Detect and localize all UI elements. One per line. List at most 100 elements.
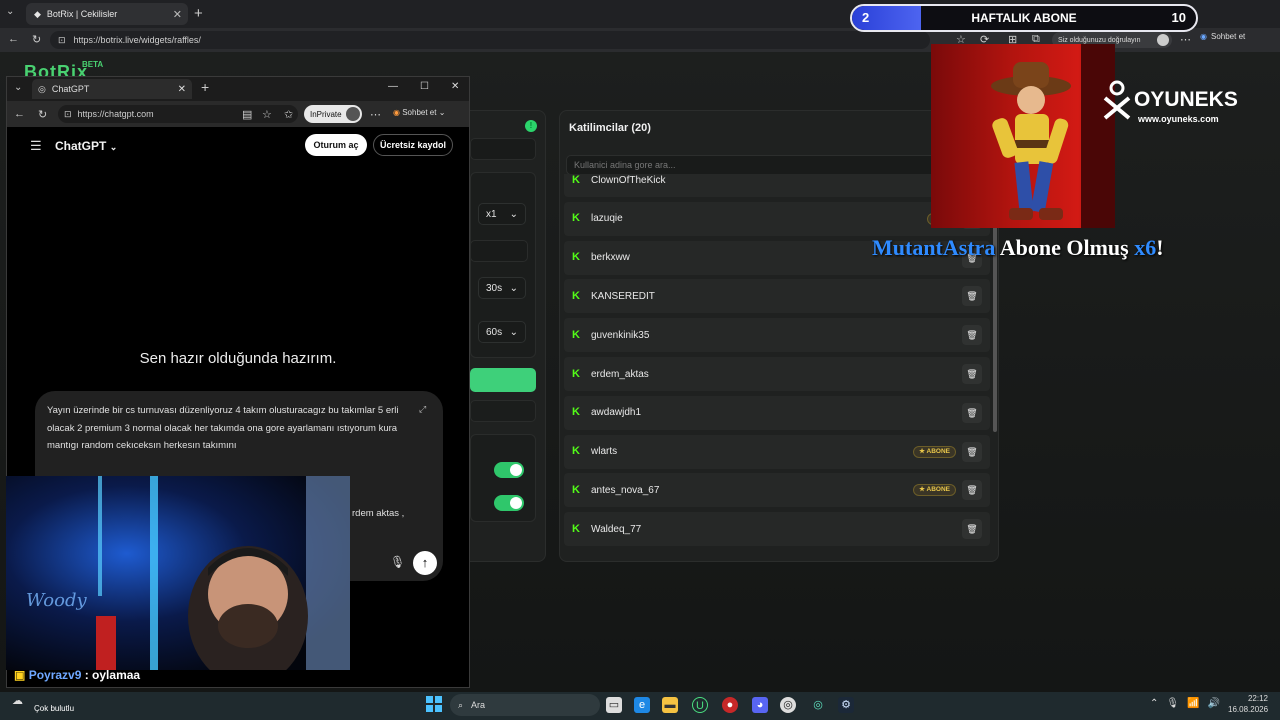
sub-alert-image bbox=[931, 44, 1115, 228]
kick-icon: K bbox=[572, 367, 580, 380]
network-icon[interactable]: 📶 bbox=[1187, 698, 1199, 709]
new-tab-icon[interactable]: + bbox=[201, 79, 209, 95]
clock-date: 16.08.2026 bbox=[1228, 705, 1269, 714]
media-app-icon[interactable]: ● bbox=[722, 697, 738, 713]
show-hidden-icons-icon[interactable]: ⌃ bbox=[1150, 698, 1158, 709]
chat-username: Poyrazv9 bbox=[28, 668, 82, 682]
kick-icon: K bbox=[572, 522, 580, 535]
kick-icon: K bbox=[572, 289, 580, 302]
volume-icon[interactable]: 🔊 bbox=[1208, 698, 1220, 709]
delete-participant-icon[interactable]: 🗑 bbox=[962, 286, 982, 307]
alert-count: x6 bbox=[1134, 235, 1157, 260]
task-view-icon[interactable]: ▭ bbox=[606, 697, 622, 713]
oyuneks-logo-icon bbox=[1102, 80, 1132, 125]
back-icon[interactable]: ← bbox=[14, 108, 25, 120]
reload-icon[interactable]: ↻ bbox=[32, 33, 41, 46]
option-toggle-1[interactable] bbox=[494, 462, 524, 478]
tab-list-icon[interactable]: ⌄ bbox=[6, 6, 14, 17]
window-controls: — ☐ ✕ bbox=[388, 81, 459, 92]
site-info-icon[interactable]: ⊡ bbox=[64, 109, 72, 120]
upwork-icon[interactable]: U bbox=[692, 697, 708, 713]
close-tab-icon[interactable]: ✕ bbox=[173, 8, 182, 21]
chrome-icon[interactable]: ◎ bbox=[780, 697, 796, 713]
model-selector[interactable]: ChatGPT ⌄ bbox=[55, 139, 117, 153]
timer-select[interactable]: 60s ⌄ bbox=[478, 321, 526, 343]
reload-icon[interactable]: ↻ bbox=[38, 108, 47, 121]
favorites-icon[interactable]: ✩ bbox=[284, 108, 293, 121]
microphone-icon[interactable]: 🎙 bbox=[1166, 698, 1179, 709]
chatgpt-app-icon[interactable]: ◎ bbox=[810, 697, 826, 713]
duration-value: 30s bbox=[486, 282, 503, 294]
start-raffle-button[interactable] bbox=[470, 368, 536, 392]
address-bar[interactable]: ⊡ https://botrix.live/widgets/raffles/ bbox=[50, 31, 930, 49]
more-menu-icon[interactable]: ⋯ bbox=[370, 108, 381, 121]
participant-name: lazuqie bbox=[591, 213, 623, 225]
site-info-icon[interactable]: ⊡ bbox=[58, 35, 66, 46]
more-menu-icon[interactable]: ⋯ bbox=[1180, 33, 1191, 46]
tab-botrix[interactable]: ◆ BotRix | Cekilisler ✕ bbox=[26, 3, 188, 25]
delete-participant-icon[interactable]: 🗑 bbox=[962, 441, 982, 462]
maximize-icon[interactable]: ☐ bbox=[420, 81, 429, 92]
start-button[interactable] bbox=[426, 696, 442, 712]
sponsor-name: OYUNEKS bbox=[1134, 88, 1238, 111]
copilot-chat-button[interactable]: ◉ Sohbet et ⌄ bbox=[393, 108, 445, 117]
sub-goal-title: HAFTALIK ABONE bbox=[971, 11, 1077, 25]
inprivate-avatar bbox=[346, 107, 360, 121]
new-tab-icon[interactable]: + bbox=[194, 5, 203, 22]
prompt-input-text[interactable]: Yayın üzerinde bir cs turnuvası düzenliy… bbox=[47, 402, 417, 455]
kick-icon: K bbox=[572, 328, 580, 341]
svg-text:Woody: Woody bbox=[26, 590, 87, 611]
inner-tab-list-icon[interactable]: ⌄ bbox=[14, 82, 22, 93]
discord-icon[interactable]: ◕ bbox=[752, 697, 768, 713]
file-explorer-icon[interactable]: ▬ bbox=[662, 697, 678, 713]
tab-chatgpt[interactable]: ◎ ChatGPT ✕ bbox=[32, 79, 192, 99]
sidebar-menu-icon[interactable]: ☰ bbox=[30, 138, 42, 154]
participant-search-input[interactable]: Kullanici adina gore ara... bbox=[566, 155, 936, 175]
inner-address-url: https://chatgpt.com bbox=[77, 109, 154, 119]
delete-participant-icon[interactable]: 🗑 bbox=[962, 519, 982, 540]
favorite-star-icon[interactable]: ☆ bbox=[262, 108, 272, 121]
address-url: https://botrix.live/widgets/raffles/ bbox=[73, 35, 201, 45]
delete-participant-icon[interactable]: 🗑 bbox=[962, 325, 982, 346]
inprivate-badge[interactable]: InPrivate bbox=[304, 105, 362, 123]
participant-row: Kawdawjdh1 🗑 bbox=[564, 395, 990, 430]
edge-icon[interactable]: e bbox=[634, 697, 650, 713]
send-button[interactable]: ↑ bbox=[413, 551, 437, 575]
microphone-icon[interactable]: 🎙 bbox=[390, 555, 405, 569]
delete-participant-icon[interactable]: 🗑 bbox=[962, 364, 982, 384]
alert-username: MutantAstra bbox=[872, 235, 996, 260]
copilot-label: Sohbet et bbox=[1210, 32, 1246, 41]
close-window-icon[interactable]: ✕ bbox=[451, 81, 459, 92]
back-icon[interactable]: ← bbox=[8, 33, 19, 45]
option-toggle-2[interactable] bbox=[494, 495, 524, 511]
webcam-scene-image: Woody bbox=[6, 476, 350, 670]
weather-icon[interactable]: ☁ bbox=[12, 694, 23, 707]
weather-label[interactable]: Çok bulutlu bbox=[34, 704, 74, 713]
participant-row: Kguvenkinik35 🗑 bbox=[564, 318, 990, 353]
signup-button[interactable]: Ücretsiz kaydol bbox=[373, 134, 453, 156]
duration-select[interactable]: 30s ⌄ bbox=[478, 277, 526, 299]
raffle-keyword-input[interactable] bbox=[470, 138, 536, 160]
minimize-icon[interactable]: — bbox=[388, 81, 398, 92]
delete-participant-icon[interactable]: 🗑 bbox=[962, 402, 982, 423]
delete-participant-icon[interactable]: 🗑 bbox=[962, 480, 982, 501]
taskbar-clock[interactable]: 22:12 16.08.2026 bbox=[1228, 693, 1268, 715]
stream-chat-line-1: ▣ Poyrazv9 : oylamaa bbox=[14, 668, 140, 682]
prompt-input-tail: rdem aktas , bbox=[352, 508, 405, 519]
raffle-option-input[interactable] bbox=[470, 240, 528, 262]
participant-list: KClownOfTheKick🗑Klazuqie★ AB🗑Kberkxww🗑KK… bbox=[564, 174, 990, 560]
copilot-chat-button[interactable]: ◉ Sohbet et bbox=[1200, 32, 1245, 41]
participant-row: Kerdem_aktas 🗑 bbox=[564, 357, 990, 391]
model-name: ChatGPT bbox=[55, 139, 107, 153]
reader-view-icon[interactable]: ▤ bbox=[242, 108, 252, 121]
multiplier-select[interactable]: x1 ⌄ bbox=[478, 203, 526, 225]
inner-tab-title: ChatGPT bbox=[51, 84, 90, 94]
close-tab-icon[interactable]: ✕ bbox=[178, 84, 186, 95]
secondary-action-button[interactable] bbox=[470, 400, 536, 422]
search-icon: ⌕ bbox=[458, 699, 464, 710]
steam-icon[interactable]: ⚙ bbox=[838, 697, 854, 713]
participant-name: KANSEREDIT bbox=[591, 290, 655, 302]
expand-icon[interactable]: ⤢ bbox=[419, 404, 426, 415]
taskbar-search[interactable]: ⌕ Ara bbox=[450, 694, 600, 716]
login-button[interactable]: Oturum aç bbox=[305, 134, 367, 156]
